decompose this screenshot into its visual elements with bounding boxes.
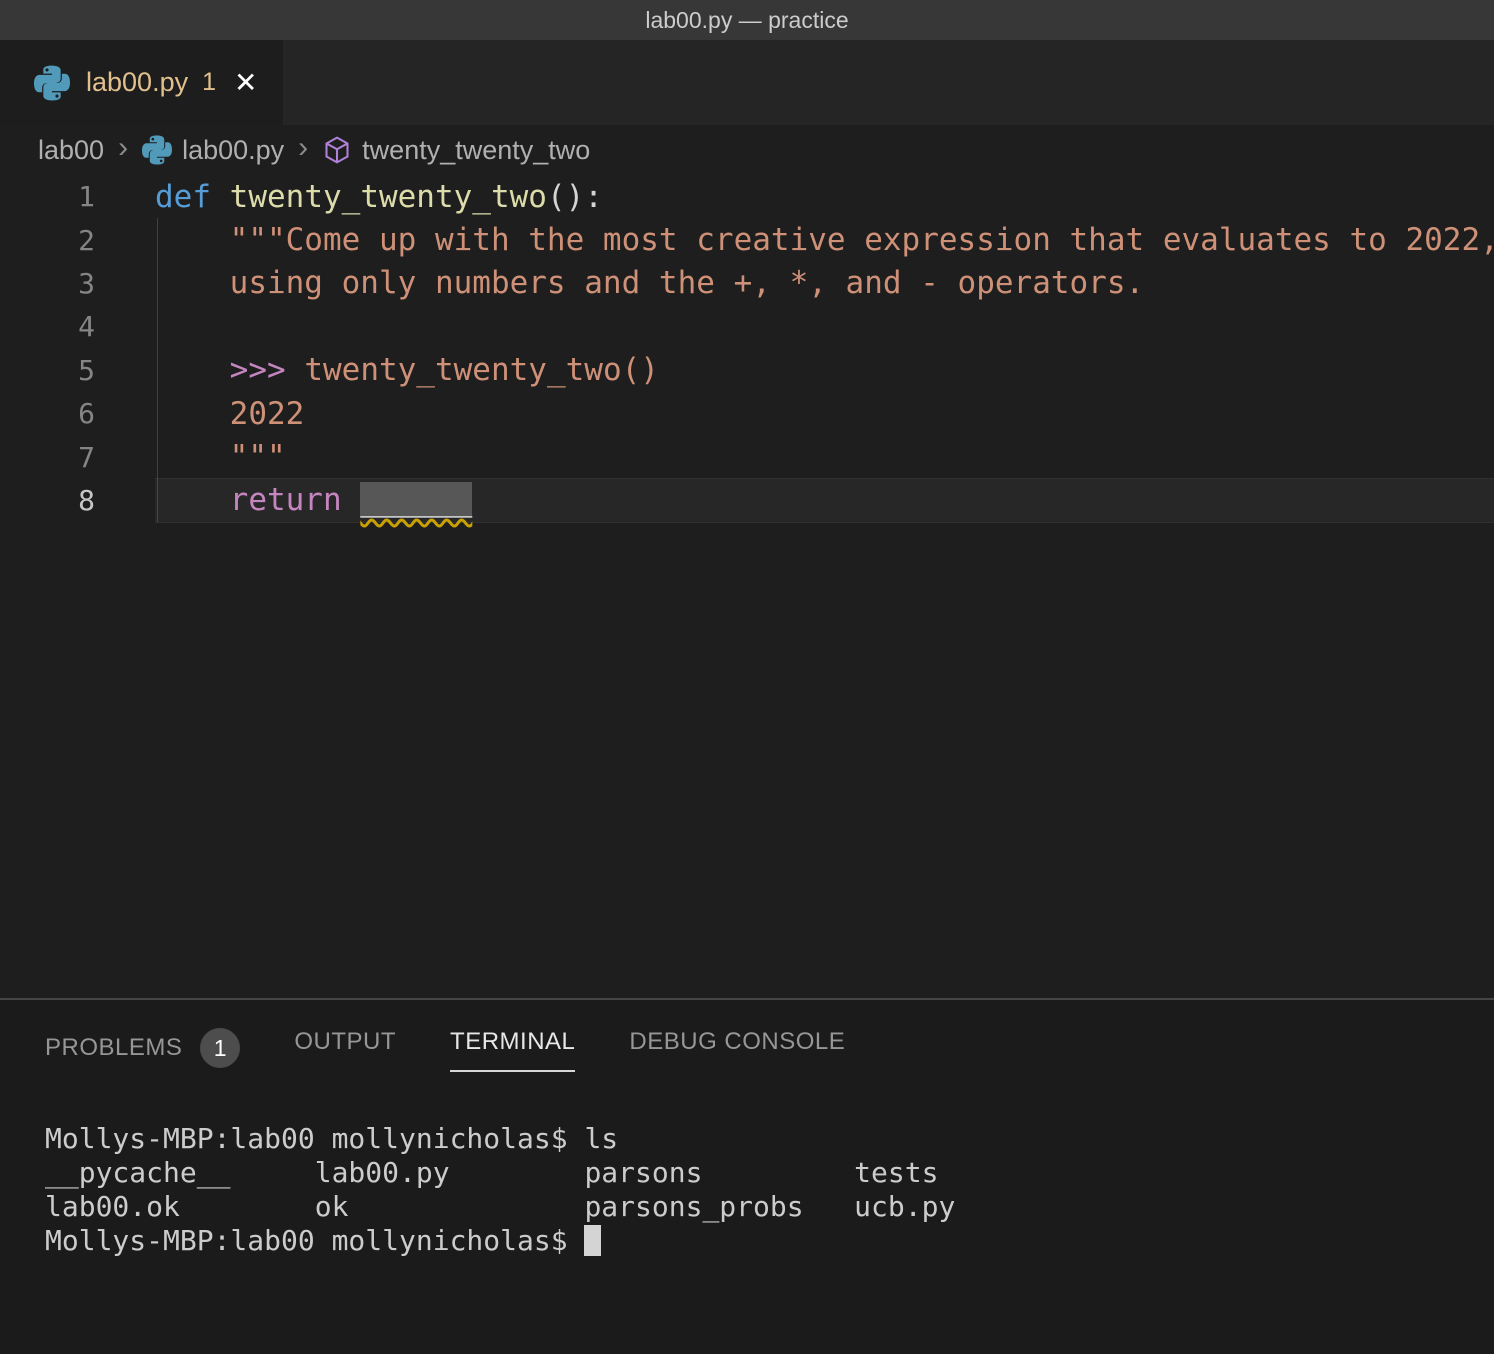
line-number: 1 (0, 180, 95, 213)
terminal-line: __pycache__ lab00.py parsons tests (45, 1156, 1494, 1190)
token-str: """ (230, 439, 286, 475)
token-str: """Come up with the most creative expres… (230, 222, 1494, 258)
line-number: 3 (0, 267, 95, 300)
code-line-6[interactable]: 6 2022 (0, 392, 1494, 435)
token-pl: (): (547, 179, 603, 215)
symbol-cube-icon (322, 135, 352, 165)
code-content: def twenty_twenty_two(): (155, 175, 1494, 218)
tab-filename: lab00.py (86, 67, 188, 98)
breadcrumb: lab00 › lab00.py › twenty_twenty_two (0, 125, 1494, 175)
panel-tab-bar: PROBLEMS 1 OUTPUT TERMINAL DEBUG CONSOLE (0, 1000, 1494, 1082)
breadcrumb-item-lab00-py[interactable]: lab00.py (142, 135, 284, 166)
code-content: """ (155, 435, 1494, 478)
line-number: 8 (0, 484, 95, 517)
token-pl (155, 482, 230, 518)
token-pl (342, 482, 361, 518)
code-line-8[interactable]: 8 return ______ (0, 479, 1494, 522)
code-content: 2022 (155, 392, 1494, 435)
code-editor[interactable]: 1def twenty_twenty_two():2 """Come up wi… (0, 175, 1494, 998)
code-line-1[interactable]: 1 def twenty_twenty_two(): (0, 175, 1494, 218)
panel-tab-label: TERMINAL (450, 1028, 575, 1056)
breadcrumb-item-twenty-twenty-two[interactable]: twenty_twenty_two (322, 135, 590, 166)
code-line-2[interactable]: 2 """Come up with the most creative expr… (0, 218, 1494, 261)
breadcrumb-label: twenty_twenty_two (362, 135, 590, 166)
token-pl (155, 265, 230, 301)
code-lines: 1def twenty_twenty_two():2 """Come up wi… (0, 175, 1494, 522)
code-line-4[interactable]: 4 (0, 305, 1494, 348)
breadcrumb-label: lab00.py (182, 135, 284, 166)
tab-close-icon[interactable]: ✕ (234, 69, 257, 97)
code-content (155, 305, 1494, 348)
terminal-cursor (584, 1225, 601, 1256)
breadcrumb-separator-icon: › (118, 133, 128, 163)
terminal-prompt-line: Mollys-MBP:lab00 mollynicholas$ (45, 1224, 1494, 1258)
terminal-line: lab00.ok ok parsons_probs ucb.py (45, 1190, 1494, 1224)
panel-tab-debug-console[interactable]: DEBUG CONSOLE (629, 1028, 845, 1070)
token-pl (155, 396, 230, 432)
panel-tab-terminal[interactable]: TERMINAL (450, 1028, 575, 1072)
code-line-3[interactable]: 3 using only numbers and the +, *, and -… (0, 262, 1494, 305)
line-number: 5 (0, 354, 95, 387)
problems-count-badge: 1 (200, 1028, 240, 1068)
token-ctrl: >>> (230, 352, 286, 388)
breadcrumb-item-lab00[interactable]: lab00 (38, 135, 104, 166)
code-line-5[interactable]: 5 >>> twenty_twenty_two() (0, 349, 1494, 392)
token-str: using only numbers and the +, *, and - o… (230, 265, 1145, 301)
token-pl (211, 179, 230, 215)
python-icon (142, 135, 172, 165)
token-pl (155, 352, 230, 388)
python-file-icon (34, 65, 70, 101)
terminal-prompt: Mollys-MBP:lab00 mollynicholas$ (45, 1224, 584, 1257)
token-str: twenty_twenty_two() (304, 352, 659, 388)
python-icon (34, 65, 70, 101)
token-ctrl: return (230, 482, 342, 518)
terminal[interactable]: Mollys-MBP:lab00 mollynicholas$ ls__pyca… (0, 1082, 1494, 1258)
code-content: >>> twenty_twenty_two() (155, 349, 1494, 392)
panel-tab-problems[interactable]: PROBLEMS 1 (45, 1028, 240, 1082)
token-pl (155, 222, 230, 258)
token-kw: def (155, 179, 211, 215)
bottom-panel: PROBLEMS 1 OUTPUT TERMINAL DEBUG CONSOLE Mol… (0, 998, 1494, 1354)
token-str: 2022 (230, 396, 305, 432)
code-content: using only numbers and the +, *, and - o… (155, 262, 1494, 305)
blank-placeholder-selection: ______ (360, 482, 472, 518)
line-number: 2 (0, 224, 95, 257)
code-content: return ______ (155, 479, 1494, 522)
token-pl (155, 439, 230, 475)
window-title: lab00.py — practice (645, 7, 848, 34)
code-content: """Come up with the most creative expres… (155, 218, 1494, 261)
panel-tab-label: PROBLEMS (45, 1034, 182, 1062)
python-icon (142, 135, 172, 165)
line-number: 6 (0, 397, 95, 430)
code-line-7[interactable]: 7 """ (0, 435, 1494, 478)
editor-tab-bar: lab00.py 1 ✕ (0, 40, 1494, 125)
breadcrumb-separator-icon: › (298, 133, 308, 163)
editor-tab-lab00[interactable]: lab00.py 1 ✕ (0, 40, 283, 125)
token-fn: twenty_twenty_two (230, 179, 547, 215)
symbol-namespace-icon (322, 135, 352, 165)
breadcrumb-label: lab00 (38, 135, 104, 166)
line-number: 7 (0, 441, 95, 474)
panel-tab-output[interactable]: OUTPUT (294, 1028, 396, 1070)
tab-problem-count: 1 (202, 68, 216, 97)
title-bar[interactable]: lab00.py — practice (0, 0, 1494, 40)
panel-tab-label: DEBUG CONSOLE (629, 1028, 845, 1056)
terminal-line: Mollys-MBP:lab00 mollynicholas$ ls (45, 1122, 1494, 1156)
panel-tab-label: OUTPUT (294, 1028, 396, 1056)
token-pl (286, 352, 305, 388)
line-number: 4 (0, 310, 95, 343)
